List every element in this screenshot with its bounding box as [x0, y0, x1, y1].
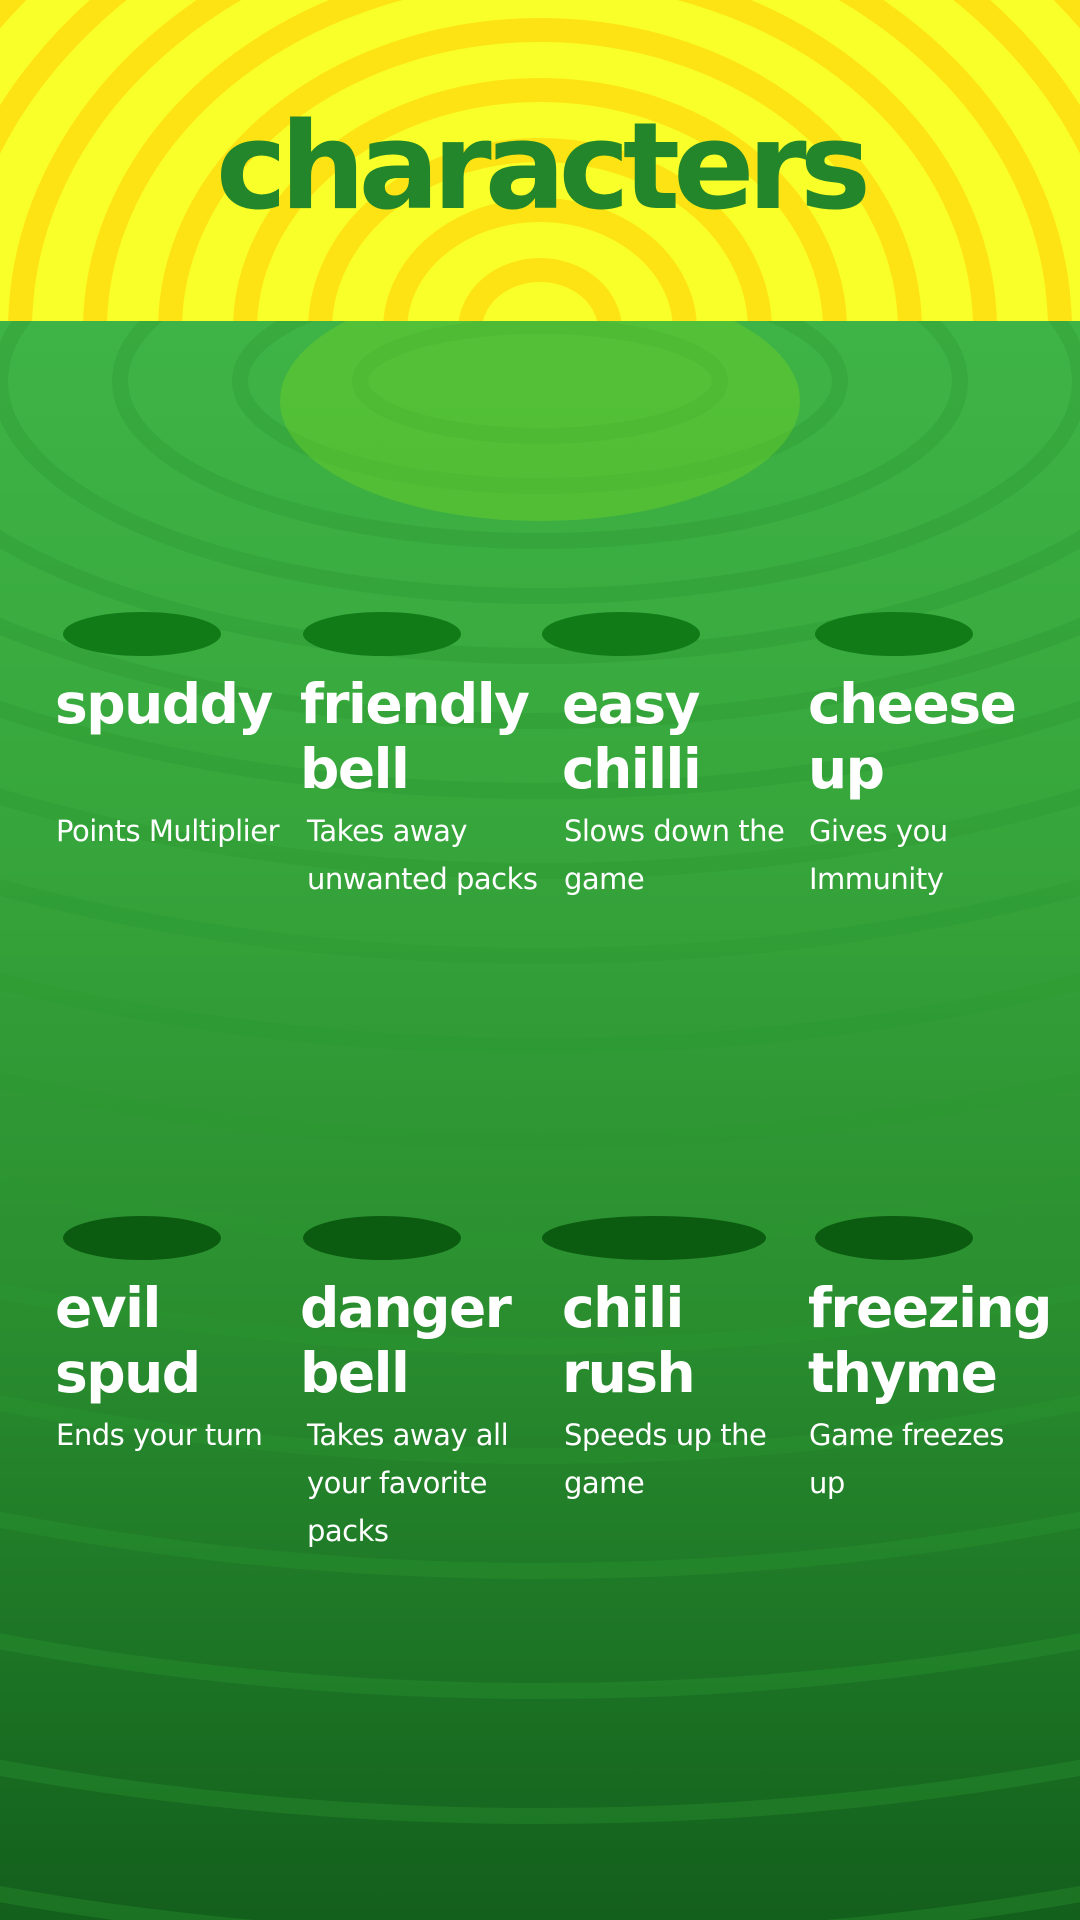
character-shadow: [303, 1216, 461, 1260]
character-shadow: [542, 1216, 766, 1260]
field-ring-pattern: [0, 321, 1080, 1920]
character-shadow: [542, 612, 700, 656]
character-description: Takes away unwanted packs: [307, 814, 538, 896]
character-shadow: [815, 612, 973, 656]
character-description: Ends your turn: [56, 1418, 263, 1452]
character-description: Points Multiplier: [56, 814, 280, 848]
character-shadow: [303, 612, 461, 656]
character-description: Slows down the game: [564, 814, 785, 896]
character-description: Takes away all your favorite packs: [307, 1418, 509, 1548]
character-shadow: [815, 1216, 973, 1260]
character-field: spuddy Points Multiplier friendly bell T…: [0, 321, 1080, 1920]
character-name: friendly bell: [300, 672, 530, 801]
page-title: characters: [215, 98, 871, 237]
character-description: Game freezes up: [809, 1418, 1004, 1500]
character-name: spuddy: [55, 672, 273, 736]
character-name: evil spud: [55, 1276, 201, 1405]
character-name: cheese up: [808, 672, 1017, 801]
character-name: easy chilli: [562, 672, 702, 801]
character-name: danger bell: [300, 1276, 512, 1405]
character-shadow: [63, 1216, 221, 1260]
character-description: Gives you Immunity: [809, 814, 948, 896]
character-shadow: [63, 612, 221, 656]
character-name: freezing thyme: [808, 1276, 1053, 1405]
character-description: Speeds up the game: [564, 1418, 767, 1500]
header-banner: characters: [0, 0, 1080, 321]
character-name: chili rush: [562, 1276, 696, 1405]
